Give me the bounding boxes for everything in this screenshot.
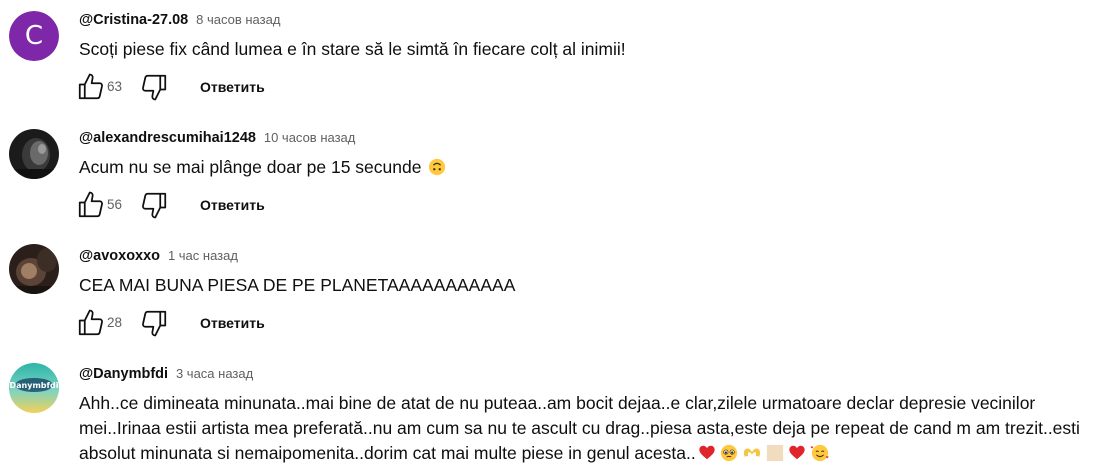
avatar[interactable]: Danymbfdi xyxy=(9,363,59,413)
reply-button[interactable]: Ответить xyxy=(200,314,265,332)
comment-text-body: Ahh..ce dimineata minunata..mai bine de … xyxy=(79,393,1080,463)
comment-text: CEA MAI BUNA PIESA DE PE PLANETAAAAAAAAA… xyxy=(79,275,516,295)
comment-text: Ahh..ce dimineata minunata..mai bine de … xyxy=(79,391,1089,466)
avatar-photo xyxy=(9,244,59,294)
avatar-logo: Danymbfdi xyxy=(9,363,59,413)
like-button[interactable] xyxy=(76,190,106,220)
author-name[interactable]: @Cristina-27.08 xyxy=(79,12,188,28)
comment-text: Scoți piese fix când lumea e în stare să… xyxy=(79,39,626,59)
thumbs-up-icon xyxy=(78,309,103,336)
dislike-button[interactable] xyxy=(139,72,169,102)
reply-button[interactable]: Ответить xyxy=(200,78,265,96)
comment-header: @avoxoxxo 1 час назад xyxy=(79,245,238,265)
thumbs-down-icon xyxy=(142,310,167,337)
comment-header: @Cristina-27.08 8 часов назад xyxy=(79,9,280,29)
like-count: 63 xyxy=(107,79,123,94)
comment-header: @alexandrescumihai1248 10 часов назад xyxy=(79,127,355,147)
like-button[interactable] xyxy=(76,308,106,338)
avatar[interactable] xyxy=(9,244,59,294)
avatar-letter: C xyxy=(9,11,59,61)
author-name[interactable]: @Danymbfdi xyxy=(79,366,168,382)
like-count: 56 xyxy=(107,197,123,212)
like-button[interactable] xyxy=(76,72,106,102)
beige-square-emoji xyxy=(766,444,783,462)
author-name[interactable]: @alexandrescumihai1248 xyxy=(79,130,256,146)
thumbs-down-icon xyxy=(142,74,167,101)
pleading-face-emoji xyxy=(720,444,737,462)
dislike-button[interactable] xyxy=(139,190,169,220)
red-heart-emoji xyxy=(789,445,805,460)
heart-hands-emoji xyxy=(743,448,760,457)
reply-button[interactable]: Ответить xyxy=(200,196,265,214)
svg-text:Danymbfdi: Danymbfdi xyxy=(10,381,59,390)
upside-down-face-emoji xyxy=(429,158,446,176)
avatar[interactable] xyxy=(9,129,59,179)
comment-time[interactable]: 8 часов назад xyxy=(196,12,280,27)
like-count: 28 xyxy=(107,315,123,330)
dislike-button[interactable] xyxy=(139,308,169,338)
avatar-photo xyxy=(9,129,59,179)
author-name[interactable]: @avoxoxxo xyxy=(79,248,160,264)
comment-time[interactable]: 10 часов назад xyxy=(264,130,356,145)
comment-time[interactable]: 3 часа назад xyxy=(176,366,253,381)
smiling-face-with-hearts-emoji xyxy=(810,444,829,462)
thumbs-up-icon xyxy=(78,191,103,218)
red-heart-emoji xyxy=(699,445,715,460)
comment-time[interactable]: 1 час назад xyxy=(168,248,238,263)
thumbs-up-icon xyxy=(78,73,103,100)
comment-text-body: Acum nu se mai plânge doar pe 15 secunde xyxy=(79,157,422,177)
comment-header: @Danymbfdi 3 часа назад xyxy=(79,363,253,383)
thumbs-down-icon xyxy=(142,192,167,219)
comment-text: Acum nu se mai plânge doar pe 15 secunde xyxy=(79,155,448,180)
avatar[interactable]: C xyxy=(9,11,59,61)
